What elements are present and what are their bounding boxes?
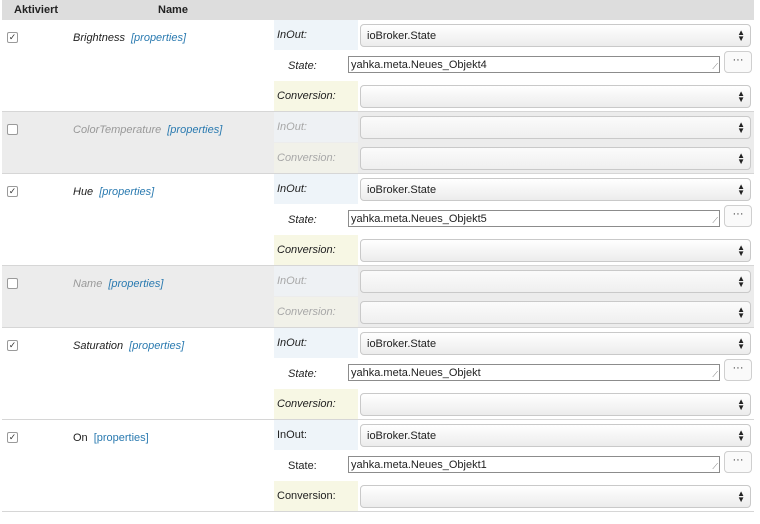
- select-arrow-icon: ▲ ▼: [737, 243, 745, 258]
- properties-link[interactable]: [properties]: [129, 340, 184, 352]
- properties-link[interactable]: [properties]: [167, 124, 222, 136]
- characteristic-on: On [properties] InOut: ioBroker.State▲▼ S…: [2, 420, 754, 512]
- characteristic-colortemperature: ColorTemperature [properties] InOut: ▲ ▼ C…: [2, 112, 754, 174]
- conversion-label: Conversion:: [274, 481, 358, 511]
- resize-grip-icon[interactable]: ⟋: [712, 62, 718, 72]
- state-textarea[interactable]: yahka.meta.Neues_Objekt ⟋: [348, 364, 720, 381]
- conversion-select[interactable]: ▲ ▼: [360, 393, 751, 416]
- inout-label: InOut:: [274, 420, 358, 450]
- resize-grip-icon[interactable]: ⟋: [712, 216, 718, 226]
- inout-label: InOut:: [274, 328, 358, 358]
- characteristic-brightness: Brightness [properties] InOut: ioBroker.S…: [2, 20, 754, 112]
- characteristic-hue: Hue[properties] InOut: ioBroker.State▲▼ …: [2, 174, 754, 266]
- state-browse-button[interactable]: ···: [724, 51, 752, 73]
- conversion-label: Conversion:: [274, 389, 358, 419]
- state-textarea[interactable]: yahka.meta.Neues_Objekt1 ⟋: [348, 456, 720, 473]
- properties-link[interactable]: [properties]: [108, 278, 163, 290]
- active-checkbox[interactable]: [7, 278, 18, 289]
- state-browse-button[interactable]: ···: [724, 359, 752, 381]
- characteristic-name: Hue: [73, 186, 94, 198]
- state-label: State:: [274, 451, 358, 481]
- characteristic-name: ColorTemperature: [73, 124, 162, 136]
- header-active: Aktiviert: [14, 4, 59, 16]
- active-checkbox[interactable]: [7, 340, 18, 351]
- active-checkbox[interactable]: [7, 124, 18, 135]
- active-checkbox[interactable]: [7, 32, 18, 43]
- state-textarea[interactable]: yahka.meta.Neues_Objekt4 ⟋: [348, 56, 720, 73]
- conversion-select[interactable]: ▲ ▼: [360, 301, 751, 324]
- state-label: State:: [274, 205, 358, 235]
- conversion-select[interactable]: ▲ ▼: [360, 147, 751, 170]
- inout-select[interactable]: ioBroker.State ▲ ▼: [360, 332, 751, 355]
- select-arrow-icon: ▲ ▼: [737, 305, 745, 320]
- select-arrow-icon: ▲ ▼: [737, 182, 745, 197]
- inout-label: InOut:: [274, 20, 358, 50]
- inout-label: InOut:: [274, 266, 358, 296]
- characteristic-name: Brightness: [73, 32, 125, 44]
- select-arrow-icon: ▲ ▼: [737, 151, 745, 166]
- conversion-select[interactable]: ▲ ▼: [360, 85, 751, 108]
- header-name: Name: [158, 4, 188, 16]
- select-arrow-icon: ▲ ▼: [737, 489, 745, 504]
- conversion-label: Conversion:: [274, 235, 358, 265]
- characteristic-saturation: Saturation [properties] InOut: ioBroker.S…: [2, 328, 754, 420]
- conversion-select[interactable]: ▲ ▼: [360, 239, 751, 262]
- state-label: State:: [274, 359, 358, 389]
- properties-link[interactable]: [properties]: [94, 432, 149, 444]
- inout-label: InOut:: [274, 112, 358, 142]
- select-arrow-icon: ▲ ▼: [737, 28, 745, 43]
- conversion-label: Conversion:: [274, 143, 358, 173]
- select-arrow-icon: ▲ ▼: [737, 120, 745, 135]
- active-checkbox[interactable]: [7, 432, 18, 443]
- table-header: Aktiviert Name: [2, 0, 754, 20]
- select-arrow-icon: ▲ ▼: [737, 274, 745, 289]
- inout-select[interactable]: ▲ ▼: [360, 116, 751, 139]
- select-arrow-icon: ▲ ▼: [737, 89, 745, 104]
- properties-link[interactable]: [properties]: [99, 186, 154, 198]
- state-textarea[interactable]: yahka.meta.Neues_Objekt5 ⟋: [348, 210, 720, 227]
- state-browse-button[interactable]: ···: [724, 451, 752, 473]
- active-checkbox[interactable]: [7, 186, 18, 197]
- inout-select[interactable]: ioBroker.State ▲ ▼: [360, 24, 751, 47]
- select-arrow-icon: ▲ ▼: [737, 336, 745, 351]
- select-arrow-icon: ▲ ▼: [737, 397, 745, 412]
- inout-select[interactable]: ioBroker.State ▲ ▼: [360, 178, 751, 201]
- characteristic-name: On: [73, 432, 88, 444]
- inout-select[interactable]: ioBroker.State ▲ ▼: [360, 424, 751, 447]
- inout-label: InOut:: [274, 174, 358, 204]
- inout-select[interactable]: ▲ ▼: [360, 270, 751, 293]
- properties-link[interactable]: [properties]: [131, 32, 186, 44]
- conversion-label: Conversion:: [274, 81, 358, 111]
- characteristic-name: Saturation: [73, 340, 124, 352]
- select-arrow-icon: ▲ ▼: [737, 428, 745, 443]
- conversion-label: Conversion:: [274, 297, 358, 327]
- characteristic-name-row: Name [properties] InOut: ▲ ▼ Conversion: ▲…: [2, 266, 754, 328]
- resize-grip-icon[interactable]: ⟋: [712, 462, 718, 472]
- state-browse-button[interactable]: ···: [724, 205, 752, 227]
- state-label: State:: [274, 51, 358, 81]
- conversion-select[interactable]: ▲ ▼: [360, 485, 751, 508]
- characteristic-name: Name: [73, 278, 103, 290]
- characteristics-table: Aktiviert Name Brightness [properties] In…: [2, 0, 754, 512]
- resize-grip-icon[interactable]: ⟋: [712, 370, 718, 380]
